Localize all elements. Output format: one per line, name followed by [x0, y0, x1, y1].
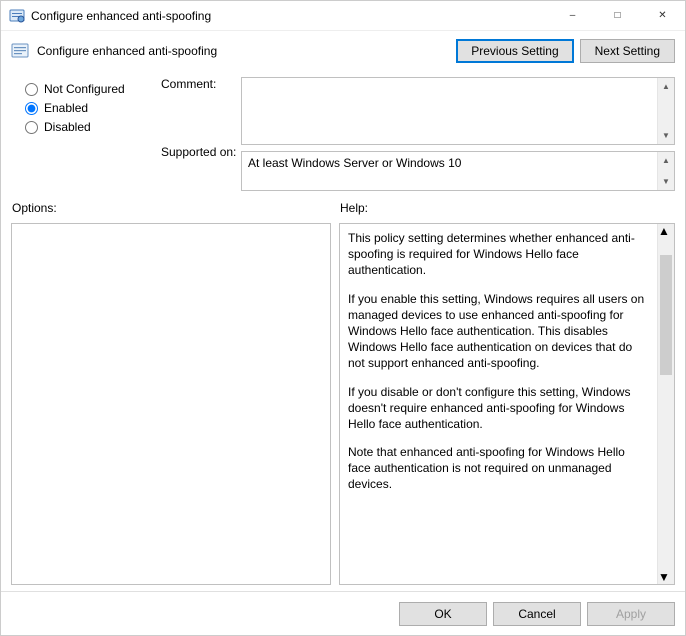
section-labels: Options: Help:	[1, 201, 685, 223]
dialog-window: Configure enhanced anti-spoofing – □ ✕ C…	[0, 0, 686, 636]
radio-not-configured-input[interactable]	[25, 83, 38, 96]
radio-enabled-label: Enabled	[44, 101, 88, 115]
scroll-down-icon[interactable]: ▼	[658, 570, 674, 584]
maximize-button[interactable]: □	[595, 1, 640, 30]
radio-disabled[interactable]: Disabled	[25, 120, 151, 134]
comment-field[interactable]: ▲ ▼	[241, 77, 675, 145]
options-label: Options:	[11, 201, 331, 215]
config-row: Not Configured Enabled Disabled Comment:…	[1, 77, 685, 201]
policy-header-icon	[11, 42, 29, 60]
window-title: Configure enhanced anti-spoofing	[31, 9, 550, 23]
radio-not-configured-label: Not Configured	[44, 82, 125, 96]
header: Configure enhanced anti-spoofing Previou…	[1, 31, 685, 77]
comment-scrollbar[interactable]: ▲ ▼	[657, 78, 674, 144]
cancel-button[interactable]: Cancel	[493, 602, 581, 626]
scroll-up-icon[interactable]: ▲	[658, 152, 674, 169]
minimize-button[interactable]: –	[550, 1, 595, 30]
scroll-down-icon[interactable]: ▼	[658, 127, 674, 144]
help-label: Help:	[339, 201, 675, 215]
scroll-up-icon[interactable]: ▲	[658, 78, 674, 95]
footer: OK Cancel Apply	[1, 591, 685, 635]
apply-button[interactable]: Apply	[587, 602, 675, 626]
help-p2: If you enable this setting, Windows requ…	[348, 291, 649, 372]
close-button[interactable]: ✕	[640, 1, 685, 30]
scroll-up-icon[interactable]: ▲	[658, 224, 674, 238]
panels: This policy setting determines whether e…	[1, 223, 685, 591]
comment-value	[242, 78, 657, 144]
state-radio-group: Not Configured Enabled Disabled	[11, 77, 161, 191]
help-scrollbar[interactable]: ▲ ▼	[657, 224, 674, 584]
policy-icon	[9, 8, 25, 24]
radio-enabled[interactable]: Enabled	[25, 101, 151, 115]
help-p1: This policy setting determines whether e…	[348, 230, 649, 279]
previous-setting-button[interactable]: Previous Setting	[456, 39, 573, 63]
help-p4: Note that enhanced anti-spoofing for Win…	[348, 444, 649, 493]
supported-field: At least Windows Server or Windows 10 ▲ …	[241, 151, 675, 191]
radio-disabled-label: Disabled	[44, 120, 91, 134]
radio-not-configured[interactable]: Not Configured	[25, 82, 151, 96]
radio-enabled-input[interactable]	[25, 102, 38, 115]
help-text: This policy setting determines whether e…	[340, 224, 657, 584]
supported-value: At least Windows Server or Windows 10	[242, 152, 657, 190]
titlebar: Configure enhanced anti-spoofing – □ ✕	[1, 1, 685, 31]
radio-disabled-input[interactable]	[25, 121, 38, 134]
scroll-thumb[interactable]	[660, 255, 672, 375]
help-p3: If you disable or don't configure this s…	[348, 384, 649, 433]
options-panel	[11, 223, 331, 585]
help-panel: This policy setting determines whether e…	[339, 223, 675, 585]
supported-label: Supported on:	[161, 145, 241, 159]
ok-button[interactable]: OK	[399, 602, 487, 626]
header-title: Configure enhanced anti-spoofing	[37, 44, 450, 58]
scroll-down-icon[interactable]: ▼	[658, 173, 674, 190]
supported-scrollbar[interactable]: ▲ ▼	[657, 152, 674, 190]
next-setting-button[interactable]: Next Setting	[580, 39, 675, 63]
comment-label: Comment:	[161, 77, 241, 91]
